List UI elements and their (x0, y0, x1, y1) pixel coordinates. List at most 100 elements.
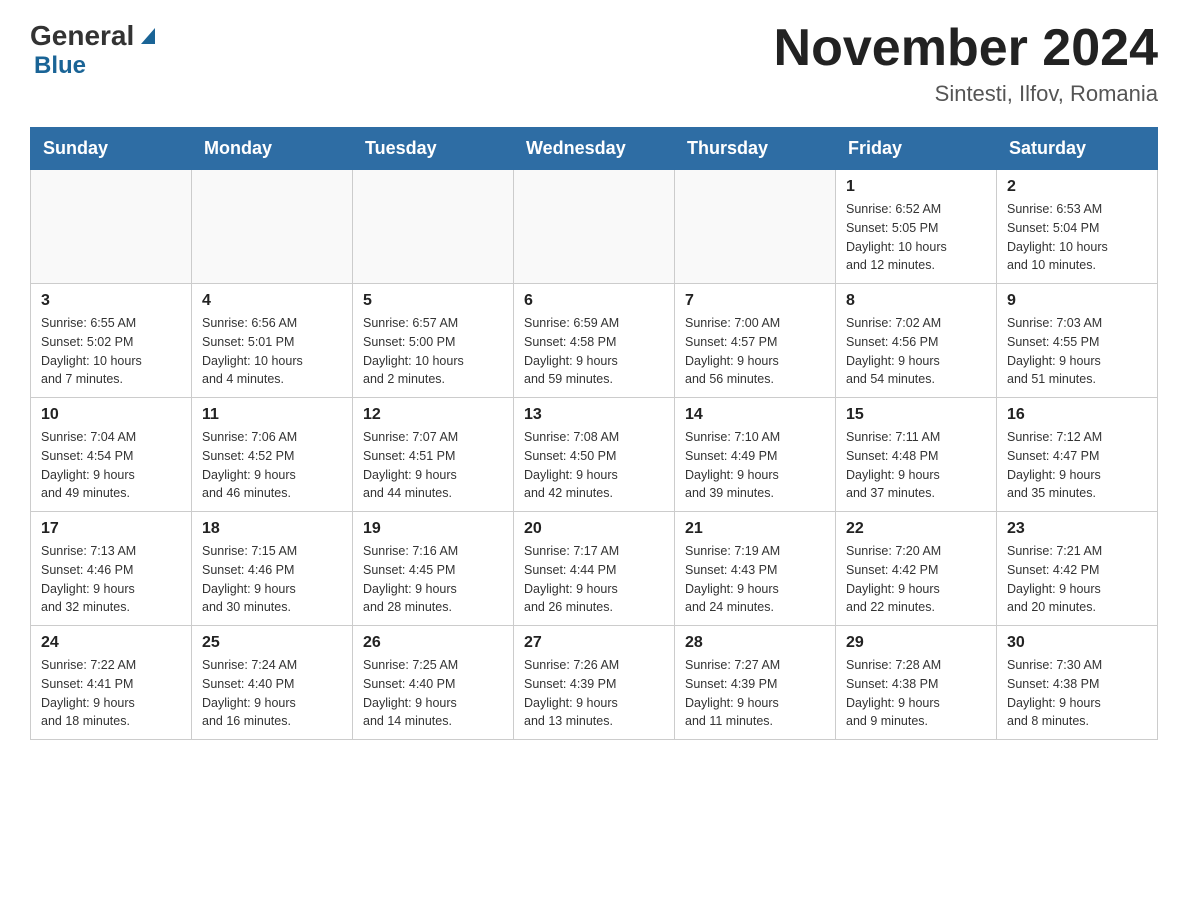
day-info: Sunrise: 7:03 AMSunset: 4:55 PMDaylight:… (1007, 314, 1147, 389)
calendar-cell: 13Sunrise: 7:08 AMSunset: 4:50 PMDayligh… (514, 398, 675, 512)
calendar-cell: 19Sunrise: 7:16 AMSunset: 4:45 PMDayligh… (353, 512, 514, 626)
calendar-week-2: 3Sunrise: 6:55 AMSunset: 5:02 PMDaylight… (31, 284, 1158, 398)
day-number: 25 (202, 634, 342, 652)
day-number: 6 (524, 292, 664, 310)
day-number: 30 (1007, 634, 1147, 652)
calendar-cell: 12Sunrise: 7:07 AMSunset: 4:51 PMDayligh… (353, 398, 514, 512)
day-info: Sunrise: 7:15 AMSunset: 4:46 PMDaylight:… (202, 542, 342, 617)
calendar-cell: 16Sunrise: 7:12 AMSunset: 4:47 PMDayligh… (997, 398, 1158, 512)
calendar-cell: 23 Sunrise: 7:21 AMSunset: 4:42 PMDayligh… (997, 512, 1158, 626)
weekday-header-monday: Monday (192, 128, 353, 170)
day-info: Sunrise: 7:19 AMSunset: 4:43 PMDaylight:… (685, 542, 825, 617)
day-number: 14 (685, 406, 825, 424)
calendar-cell: 26 Sunrise: 7:25 AMSunset: 4:40 PMDayligh… (353, 626, 514, 740)
day-number: 21 (685, 520, 825, 538)
day-number: 10 (41, 406, 181, 424)
calendar-cell: 3Sunrise: 6:55 AMSunset: 5:02 PMDaylight… (31, 284, 192, 398)
weekday-header-sunday: Sunday (31, 128, 192, 170)
weekday-header-wednesday: Wednesday (514, 128, 675, 170)
day-number: 12 (363, 406, 503, 424)
calendar-cell: 11 Sunrise: 7:06 AMSunset: 4:52 PMDayligh… (192, 398, 353, 512)
day-info: Sunrise: 6:52 AMSunset: 5:05 PMDaylight:… (846, 200, 986, 275)
day-info: Sunrise: 7:11 AMSunset: 4:48 PMDaylight:… (846, 428, 986, 503)
day-info: Sunrise: 7:28 AMSunset: 4:38 PMDaylight:… (846, 656, 986, 731)
header: General Blue November 2024 Sintesti, Ilf… (30, 20, 1158, 107)
logo-triangle-icon (137, 24, 159, 46)
day-info: Sunrise: 7:02 AMSunset: 4:56 PMDaylight:… (846, 314, 986, 389)
day-number: 2 (1007, 178, 1147, 196)
calendar-week-5: 24 Sunrise: 7:22 AMSunset: 4:41 PMDayligh… (31, 626, 1158, 740)
calendar-cell: 24 Sunrise: 7:22 AMSunset: 4:41 PMDayligh… (31, 626, 192, 740)
calendar-cell (31, 170, 192, 284)
day-info: Sunrise: 6:56 AMSunset: 5:01 PMDaylight:… (202, 314, 342, 389)
calendar-cell: 10Sunrise: 7:04 AMSunset: 4:54 PMDayligh… (31, 398, 192, 512)
day-info: Sunrise: 7:10 AMSunset: 4:49 PMDaylight:… (685, 428, 825, 503)
calendar-cell: 8Sunrise: 7:02 AMSunset: 4:56 PMDaylight… (836, 284, 997, 398)
day-info: Sunrise: 7:30 AMSunset: 4:38 PMDaylight:… (1007, 656, 1147, 731)
calendar-week-1: 1Sunrise: 6:52 AMSunset: 5:05 PMDaylight… (31, 170, 1158, 284)
day-info: Sunrise: 7:27 AMSunset: 4:39 PMDaylight:… (685, 656, 825, 731)
calendar-cell (353, 170, 514, 284)
calendar-cell (675, 170, 836, 284)
calendar-cell: 30 Sunrise: 7:30 AMSunset: 4:38 PMDayligh… (997, 626, 1158, 740)
logo: General Blue (30, 20, 159, 80)
day-number: 7 (685, 292, 825, 310)
day-info: Sunrise: 7:13 AMSunset: 4:46 PMDaylight:… (41, 542, 181, 617)
day-info: Sunrise: 7:21 AMSunset: 4:42 PMDaylight:… (1007, 542, 1147, 617)
day-number: 24 (41, 634, 181, 652)
day-number: 15 (846, 406, 986, 424)
weekday-header-saturday: Saturday (997, 128, 1158, 170)
day-number: 13 (524, 406, 664, 424)
day-number: 5 (363, 292, 503, 310)
day-number: 23 (1007, 520, 1147, 538)
logo-general-text: General (30, 20, 134, 52)
day-number: 29 (846, 634, 986, 652)
calendar-cell (192, 170, 353, 284)
calendar-cell: 14 Sunrise: 7:10 AMSunset: 4:49 PMDayligh… (675, 398, 836, 512)
calendar-cell: 9 Sunrise: 7:03 AMSunset: 4:55 PMDaylight… (997, 284, 1158, 398)
weekday-header-friday: Friday (836, 128, 997, 170)
weekday-header-row: SundayMondayTuesdayWednesdayThursdayFrid… (31, 128, 1158, 170)
day-number: 4 (202, 292, 342, 310)
day-info: Sunrise: 7:06 AMSunset: 4:52 PMDaylight:… (202, 428, 342, 503)
title-area: November 2024 Sintesti, Ilfov, Romania (774, 20, 1158, 107)
location-title: Sintesti, Ilfov, Romania (774, 81, 1158, 107)
calendar-cell: 5 Sunrise: 6:57 AMSunset: 5:00 PMDaylight… (353, 284, 514, 398)
day-number: 27 (524, 634, 664, 652)
day-info: Sunrise: 7:17 AMSunset: 4:44 PMDaylight:… (524, 542, 664, 617)
calendar-cell: 15 Sunrise: 7:11 AMSunset: 4:48 PMDayligh… (836, 398, 997, 512)
calendar-cell: 4 Sunrise: 6:56 AMSunset: 5:01 PMDaylight… (192, 284, 353, 398)
day-info: Sunrise: 6:59 AMSunset: 4:58 PMDaylight:… (524, 314, 664, 389)
day-info: Sunrise: 7:26 AMSunset: 4:39 PMDaylight:… (524, 656, 664, 731)
calendar-cell: 17 Sunrise: 7:13 AMSunset: 4:46 PMDayligh… (31, 512, 192, 626)
day-info: Sunrise: 7:22 AMSunset: 4:41 PMDaylight:… (41, 656, 181, 731)
calendar-cell: 7 Sunrise: 7:00 AMSunset: 4:57 PMDaylight… (675, 284, 836, 398)
calendar-cell: 25 Sunrise: 7:24 AMSunset: 4:40 PMDayligh… (192, 626, 353, 740)
day-number: 22 (846, 520, 986, 538)
day-info: Sunrise: 7:12 AMSunset: 4:47 PMDaylight:… (1007, 428, 1147, 503)
day-info: Sunrise: 7:00 AMSunset: 4:57 PMDaylight:… (685, 314, 825, 389)
day-number: 18 (202, 520, 342, 538)
calendar-cell: 1Sunrise: 6:52 AMSunset: 5:05 PMDaylight… (836, 170, 997, 284)
weekday-header-thursday: Thursday (675, 128, 836, 170)
calendar-cell: 6 Sunrise: 6:59 AMSunset: 4:58 PMDaylight… (514, 284, 675, 398)
weekday-header-tuesday: Tuesday (353, 128, 514, 170)
day-info: Sunrise: 6:57 AMSunset: 5:00 PMDaylight:… (363, 314, 503, 389)
day-info: Sunrise: 6:55 AMSunset: 5:02 PMDaylight:… (41, 314, 181, 389)
calendar-cell: 21 Sunrise: 7:19 AMSunset: 4:43 PMDayligh… (675, 512, 836, 626)
day-number: 11 (202, 406, 342, 424)
day-number: 26 (363, 634, 503, 652)
calendar-cell: 18 Sunrise: 7:15 AMSunset: 4:46 PMDayligh… (192, 512, 353, 626)
calendar-cell: 27 Sunrise: 7:26 AMSunset: 4:39 PMDayligh… (514, 626, 675, 740)
calendar-table: SundayMondayTuesdayWednesdayThursdayFrid… (30, 127, 1158, 740)
day-info: Sunrise: 7:20 AMSunset: 4:42 PMDaylight:… (846, 542, 986, 617)
day-number: 19 (363, 520, 503, 538)
day-number: 17 (41, 520, 181, 538)
day-info: Sunrise: 7:24 AMSunset: 4:40 PMDaylight:… (202, 656, 342, 731)
calendar-cell: 28Sunrise: 7:27 AMSunset: 4:39 PMDayligh… (675, 626, 836, 740)
day-info: Sunrise: 7:25 AMSunset: 4:40 PMDaylight:… (363, 656, 503, 731)
calendar-cell: 20Sunrise: 7:17 AMSunset: 4:44 PMDayligh… (514, 512, 675, 626)
day-number: 9 (1007, 292, 1147, 310)
calendar-cell: 29 Sunrise: 7:28 AMSunset: 4:38 PMDayligh… (836, 626, 997, 740)
calendar-cell (514, 170, 675, 284)
